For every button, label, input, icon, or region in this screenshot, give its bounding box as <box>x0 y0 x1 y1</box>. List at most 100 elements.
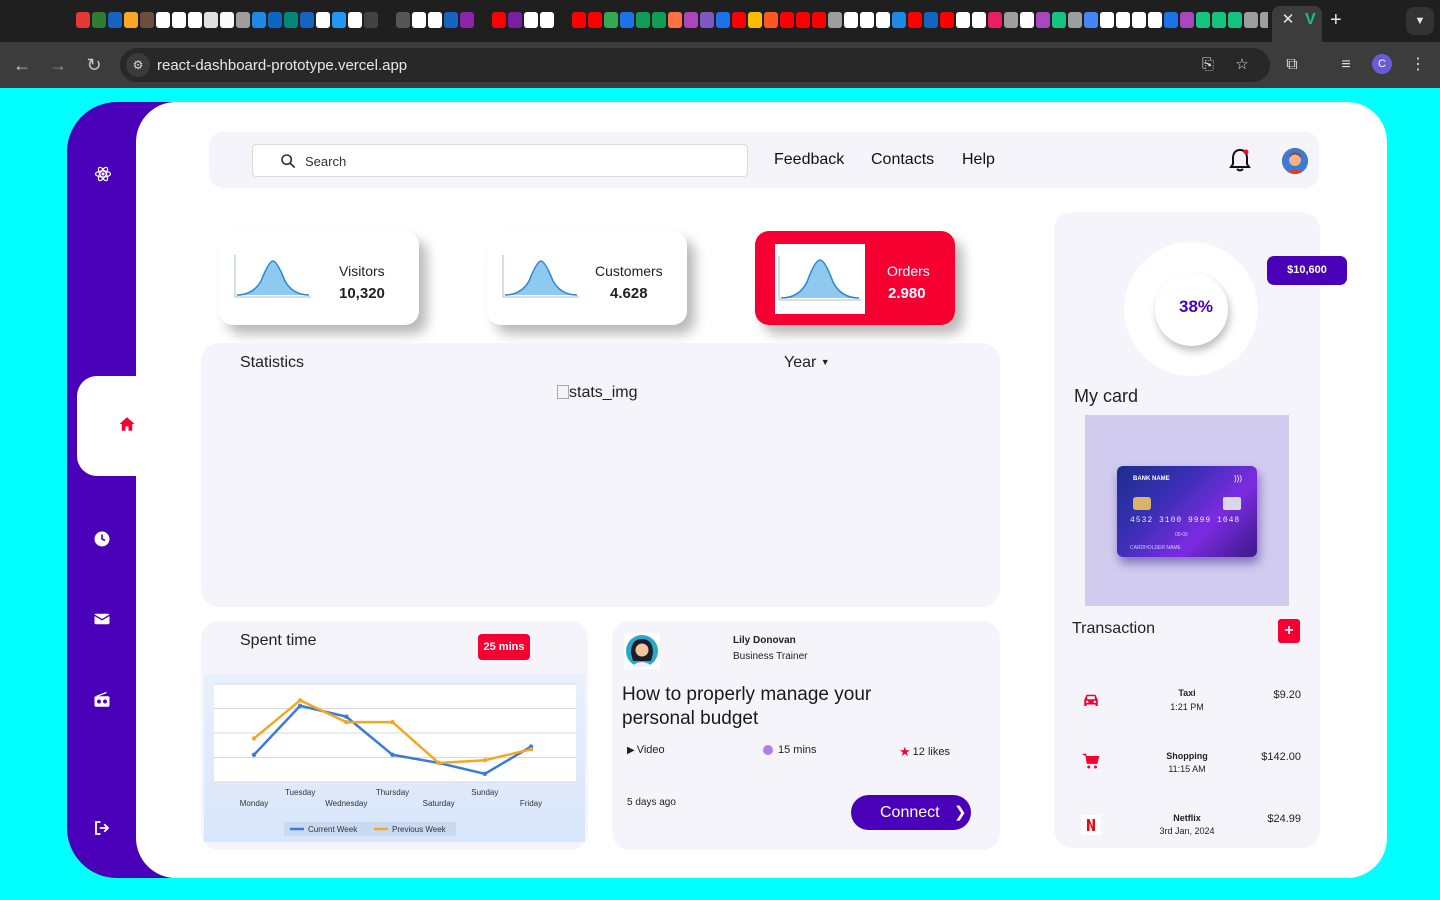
new-tab-button[interactable]: + <box>1330 9 1342 31</box>
tab-favicon-icon[interactable] <box>1132 12 1146 28</box>
article-title[interactable]: How to properly manage your personal bud… <box>622 683 942 731</box>
tab-favicon-icon[interactable] <box>460 12 474 28</box>
extensions-puzzle-icon[interactable]: ⧉ <box>1280 53 1304 77</box>
stat-card-orders[interactable]: Orders 2.980 <box>755 231 955 325</box>
tab-favicon-icon[interactable] <box>1260 12 1268 28</box>
back-arrow-icon[interactable]: ← <box>10 53 34 77</box>
tab-favicon-icon[interactable] <box>268 12 282 28</box>
forward-arrow-icon[interactable]: → <box>46 53 70 77</box>
tab-favicon-icon[interactable] <box>668 12 682 28</box>
nav-link-help[interactable]: Help <box>962 151 995 169</box>
tab-favicon-icon[interactable] <box>172 12 186 28</box>
tab-favicon-icon[interactable] <box>892 12 906 28</box>
tab-favicon-icon[interactable] <box>1052 12 1066 28</box>
tab-favicon-icon[interactable] <box>780 12 794 28</box>
tab-favicon-icon[interactable] <box>620 12 634 28</box>
tab-search-chevron-icon[interactable]: ▼ <box>1406 7 1434 35</box>
react-logo-icon[interactable] <box>93 164 113 184</box>
tab-favicon-icon[interactable] <box>636 12 650 28</box>
tab-favicon-icon[interactable] <box>588 12 602 28</box>
tab-favicon-icon[interactable] <box>1068 12 1082 28</box>
tab-favicon-icon[interactable] <box>1228 12 1242 28</box>
pinned-tab-favicons[interactable] <box>76 12 1268 30</box>
reload-icon[interactable]: ↻ <box>82 53 106 77</box>
home-icon[interactable] <box>117 414 137 434</box>
tab-favicon-icon[interactable] <box>188 12 202 28</box>
logout-icon[interactable] <box>92 818 112 838</box>
tab-favicon-icon[interactable] <box>284 12 298 28</box>
tab-favicon-icon[interactable] <box>124 12 138 28</box>
tab-favicon-icon[interactable] <box>972 12 986 28</box>
tab-favicon-icon[interactable] <box>764 12 778 28</box>
tab-favicon-icon[interactable] <box>572 12 586 28</box>
clock-icon[interactable] <box>92 529 112 549</box>
tab-favicon-icon[interactable] <box>796 12 810 28</box>
tab-favicon-icon[interactable] <box>828 12 842 28</box>
tab-favicon-icon[interactable] <box>684 12 698 28</box>
tab-favicon-icon[interactable] <box>844 12 858 28</box>
tab-favicon-icon[interactable] <box>1148 12 1162 28</box>
tab-favicon-icon[interactable] <box>380 12 394 28</box>
tab-favicon-icon[interactable] <box>140 12 154 28</box>
period-dropdown[interactable]: Year ▼ <box>784 354 830 372</box>
tab-favicon-icon[interactable] <box>748 12 762 28</box>
tab-favicon-icon[interactable] <box>1212 12 1226 28</box>
tab-favicon-icon[interactable] <box>252 12 266 28</box>
tab-favicon-icon[interactable] <box>716 12 730 28</box>
tab-favicon-icon[interactable] <box>1196 12 1210 28</box>
media-queue-icon[interactable]: ≡ <box>1334 53 1358 77</box>
tab-favicon-icon[interactable] <box>332 12 346 28</box>
tab-favicon-icon[interactable] <box>412 12 426 28</box>
url-text[interactable]: react-dashboard-prototype.vercel.app <box>157 57 407 74</box>
tab-favicon-icon[interactable] <box>1084 12 1098 28</box>
mail-icon[interactable] <box>92 609 112 629</box>
user-avatar[interactable] <box>1282 148 1308 174</box>
connect-button[interactable]: Connect ❯ <box>851 795 971 830</box>
tab-favicon-icon[interactable] <box>876 12 890 28</box>
nav-link-contacts[interactable]: Contacts <box>871 151 934 169</box>
bookmark-star-icon[interactable]: ☆ <box>1232 55 1252 75</box>
add-transaction-button[interactable]: + <box>1278 619 1300 643</box>
notification-bell-icon[interactable] <box>1228 147 1252 173</box>
tab-favicon-icon[interactable] <box>444 12 458 28</box>
tab-favicon-icon[interactable] <box>812 12 826 28</box>
tab-favicon-icon[interactable] <box>364 12 378 28</box>
tab-favicon-icon[interactable] <box>524 12 538 28</box>
tab-favicon-icon[interactable] <box>540 12 554 28</box>
tab-favicon-icon[interactable] <box>396 12 410 28</box>
tab-favicon-icon[interactable] <box>700 12 714 28</box>
install-app-icon[interactable]: ⎘ <box>1198 55 1218 75</box>
tab-favicon-icon[interactable] <box>348 12 362 28</box>
tab-favicon-icon[interactable] <box>476 12 490 28</box>
tab-favicon-icon[interactable] <box>1180 12 1194 28</box>
tab-favicon-icon[interactable] <box>1116 12 1130 28</box>
stat-card-customers[interactable]: Customers 4.628 <box>487 231 687 325</box>
tab-favicon-icon[interactable] <box>556 12 570 28</box>
stat-card-visitors[interactable]: Visitors 10,320 <box>219 231 419 325</box>
tab-favicon-icon[interactable] <box>604 12 618 28</box>
search-bar[interactable] <box>252 144 748 177</box>
tab-favicon-icon[interactable] <box>220 12 234 28</box>
tab-favicon-icon[interactable] <box>1036 12 1050 28</box>
tab-favicon-icon[interactable] <box>652 12 666 28</box>
browser-menu-icon[interactable]: ⋮ <box>1406 53 1430 77</box>
tab-close-icon[interactable]: ✕ <box>1281 11 1295 29</box>
tab-favicon-icon[interactable] <box>92 12 106 28</box>
tab-favicon-icon[interactable] <box>108 12 122 28</box>
credit-card-image[interactable]: BANK NAME ))) 4532 3100 9999 1048 00-00 … <box>1117 466 1257 557</box>
tab-favicon-icon[interactable] <box>76 12 90 28</box>
tab-favicon-icon[interactable] <box>1164 12 1178 28</box>
tab-favicon-icon[interactable] <box>300 12 314 28</box>
site-settings-icon[interactable]: ⚙ <box>126 53 150 77</box>
address-bar[interactable]: ⚙ react-dashboard-prototype.vercel.app ⎘… <box>120 48 1270 82</box>
radio-icon[interactable] <box>92 690 112 710</box>
tab-favicon-icon[interactable] <box>508 12 522 28</box>
tab-favicon-icon[interactable] <box>956 12 970 28</box>
profile-avatar[interactable]: C <box>1372 54 1392 74</box>
tab-favicon-icon[interactable] <box>860 12 874 28</box>
tab-favicon-icon[interactable] <box>316 12 330 28</box>
tab-favicon-icon[interactable] <box>428 12 442 28</box>
tab-favicon-icon[interactable] <box>1244 12 1258 28</box>
tab-favicon-icon[interactable] <box>156 12 170 28</box>
tab-favicon-icon[interactable] <box>940 12 954 28</box>
